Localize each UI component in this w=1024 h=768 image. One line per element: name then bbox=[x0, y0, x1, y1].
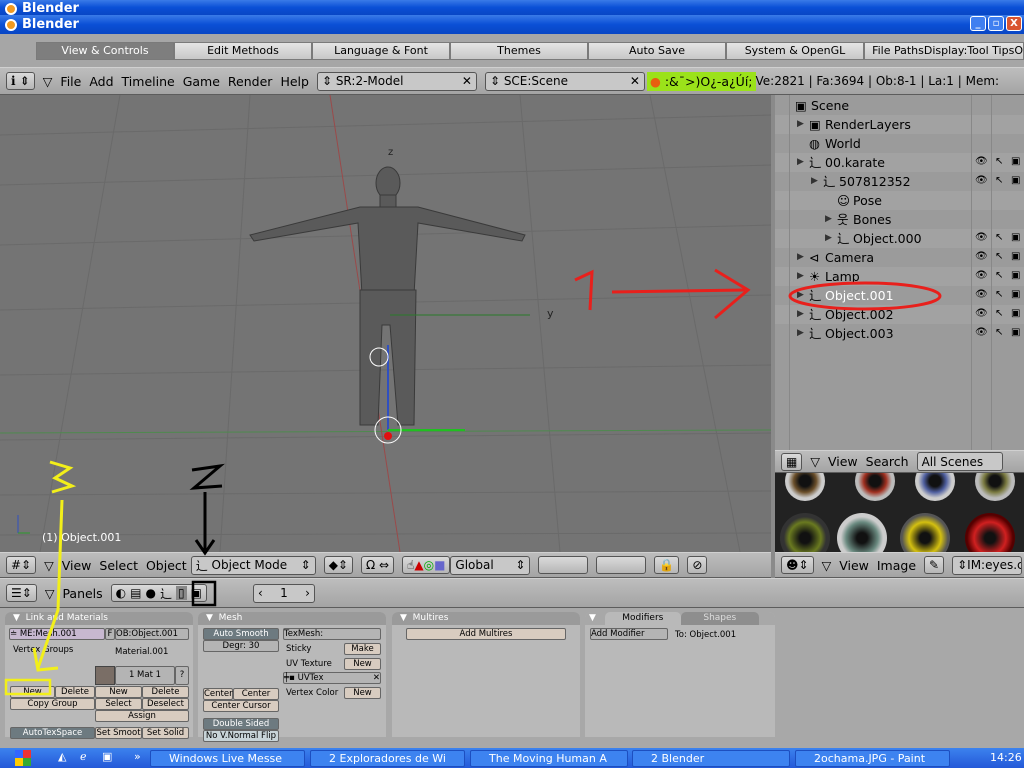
taskbar-item[interactable]: 2 Blender bbox=[632, 750, 790, 767]
more-icon[interactable]: » bbox=[134, 750, 141, 763]
taskbar-item[interactable]: 2ochama.JPG - Paint bbox=[795, 750, 950, 767]
annotation-2-arrow bbox=[189, 463, 225, 607]
taskbar-item[interactable]: The Moving Human A bbox=[470, 750, 628, 767]
windows-taskbar: ◭ ℯ ▣ » Windows Live Messe 2 Exploradore… bbox=[0, 748, 1024, 768]
quicklaunch-icon[interactable]: ▣ bbox=[102, 750, 112, 763]
ie-icon[interactable]: ℯ bbox=[80, 750, 87, 763]
taskbar-item[interactable]: 2 Exploradores de Wi bbox=[310, 750, 465, 767]
annotation-overlay: 1 2 3 bbox=[4, 268, 942, 696]
start-button[interactable] bbox=[15, 750, 31, 766]
quicklaunch-icon[interactable]: ◭ bbox=[58, 750, 66, 763]
annotation-1-arrow bbox=[574, 268, 942, 320]
taskbar-item[interactable]: Windows Live Messe bbox=[150, 750, 305, 767]
clock: 14:26 bbox=[990, 751, 1022, 764]
annotation-3-arrow bbox=[4, 460, 77, 696]
